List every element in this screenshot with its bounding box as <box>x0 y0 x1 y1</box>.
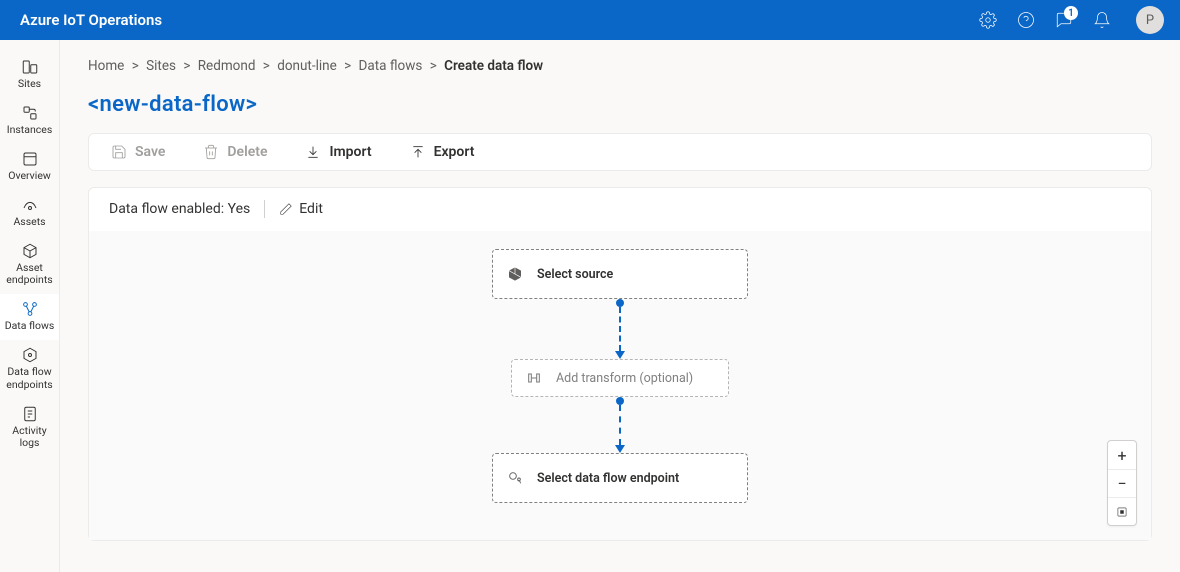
sidenav-label: Data flow endpoints <box>2 366 57 390</box>
fit-icon <box>1115 505 1129 519</box>
save-icon <box>111 144 127 160</box>
source-label: Select source <box>537 267 613 282</box>
app-title: Azure IoT Operations <box>20 11 162 29</box>
sidenav-label: Sites <box>18 78 41 90</box>
sidenav-item-assets[interactable]: Assets <box>0 190 59 236</box>
help-icon[interactable] <box>1016 10 1036 30</box>
delete-button: Delete <box>203 144 267 160</box>
export-label: Export <box>434 144 475 160</box>
transform-label: Add transform (optional) <box>556 371 693 386</box>
connector <box>615 299 625 359</box>
canvas-card: Data flow enabled: Yes Edit Select sourc… <box>88 187 1152 541</box>
activity-logs-icon <box>21 405 39 423</box>
export-button[interactable]: Export <box>410 144 475 160</box>
select-source-node[interactable]: Select source <box>492 249 748 299</box>
sidenav-item-sites[interactable]: Sites <box>0 52 59 98</box>
data-flow-endpoints-icon <box>21 346 39 364</box>
sidenav-item-instances[interactable]: Instances <box>0 98 59 144</box>
crumb-donut-line[interactable]: donut-line <box>277 58 337 74</box>
divider <box>264 200 265 218</box>
instances-icon <box>21 104 39 122</box>
endpoint-label: Select data flow endpoint <box>537 471 679 486</box>
sidenav-label: Asset endpoints <box>2 262 57 286</box>
cube-icon <box>507 266 523 282</box>
import-label: Import <box>329 144 371 160</box>
crumb-redmond[interactable]: Redmond <box>198 58 256 74</box>
transform-icon <box>526 370 542 386</box>
overview-icon <box>21 150 39 168</box>
crumb-sites[interactable]: Sites <box>146 58 176 74</box>
sidenav-label: Data flows <box>5 320 55 332</box>
crumb-current: Create data flow <box>444 58 543 74</box>
dataflow-enabled-status: Data flow enabled: Yes <box>109 201 250 217</box>
sites-icon <box>21 58 39 76</box>
sidenav-item-asset-endpoints[interactable]: Asset endpoints <box>0 236 59 294</box>
edit-label: Edit <box>299 201 323 217</box>
endpoint-icon <box>507 470 523 486</box>
sidenav-item-data-flows[interactable]: Data flows <box>0 294 59 340</box>
edit-icon <box>279 202 293 216</box>
select-endpoint-node[interactable]: Select data flow endpoint <box>492 453 748 503</box>
asset-endpoints-icon <box>21 242 39 260</box>
sidenav-item-overview[interactable]: Overview <box>0 144 59 190</box>
flow-canvas[interactable]: Select source Add transform (optional) <box>89 231 1151 540</box>
sidenav-item-data-flow-endpoints[interactable]: Data flow endpoints <box>0 340 59 398</box>
sidenav-label: Overview <box>8 170 51 182</box>
zoom-out-button[interactable]: − <box>1108 469 1136 497</box>
zoom-controls: + − <box>1107 440 1137 526</box>
edit-button[interactable]: Edit <box>279 201 323 217</box>
sidenav-label: Instances <box>7 124 53 136</box>
sidenav-item-activity-logs[interactable]: Activity logs <box>0 399 59 457</box>
crumb-home[interactable]: Home <box>88 58 124 74</box>
import-icon <box>305 144 321 160</box>
page-title: <new-data-flow> <box>88 92 1152 117</box>
feedback-icon[interactable]: 1 <box>1054 10 1074 30</box>
trash-icon <box>203 144 219 160</box>
zoom-in-button[interactable]: + <box>1108 441 1136 469</box>
sidenav-label: Activity logs <box>2 425 57 449</box>
data-flows-icon <box>21 300 39 318</box>
status-bar: Data flow enabled: Yes Edit <box>89 188 1151 231</box>
notifications-icon[interactable] <box>1092 10 1112 30</box>
sidenav: Sites Instances Overview Assets Asset en… <box>0 40 60 572</box>
toolbar: Save Delete Import Export <box>88 133 1152 171</box>
add-transform-node[interactable]: Add transform (optional) <box>511 359 729 397</box>
notification-badge: 1 <box>1064 6 1078 20</box>
save-button: Save <box>111 144 165 160</box>
delete-label: Delete <box>227 144 267 160</box>
settings-icon[interactable] <box>978 10 998 30</box>
zoom-fit-button[interactable] <box>1108 497 1136 525</box>
avatar[interactable]: P <box>1136 6 1164 34</box>
import-button[interactable]: Import <box>305 144 371 160</box>
connector <box>615 397 625 453</box>
topbar: Azure IoT Operations 1 P <box>0 0 1180 40</box>
sidenav-label: Assets <box>13 216 45 228</box>
assets-icon <box>21 196 39 214</box>
crumb-data-flows[interactable]: Data flows <box>359 58 423 74</box>
export-icon <box>410 144 426 160</box>
breadcrumb: Home > Sites > Redmond > donut-line > Da… <box>88 58 1152 74</box>
main: Home > Sites > Redmond > donut-line > Da… <box>60 40 1180 572</box>
save-label: Save <box>135 144 165 160</box>
